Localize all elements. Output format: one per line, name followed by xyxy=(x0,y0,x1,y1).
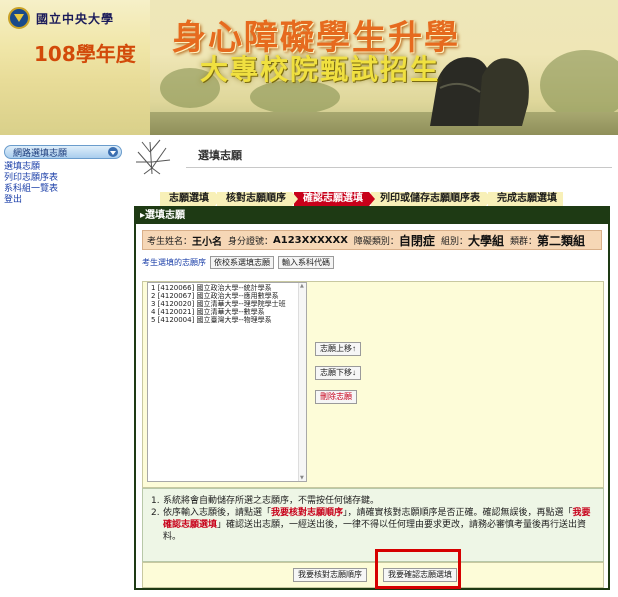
action-bar: 我要核對志願順序 我要確認志願選填 xyxy=(142,562,604,588)
university-name: 國立中央大學 xyxy=(36,11,115,26)
student-name: 王小名 xyxy=(192,236,223,248)
page-title: 選填志願 xyxy=(198,149,242,162)
step-verify: 核對志願順序 xyxy=(217,192,298,206)
choice-tabs: 考生選填的志願序 依校系選填志願 輸入系科代碼 xyxy=(142,255,608,269)
delete-choice-button[interactable]: 刪除志願 xyxy=(315,390,357,404)
sidebar-item-list[interactable]: 系科組一覽表 xyxy=(4,184,124,195)
step-choose: 志願選填 xyxy=(160,192,221,206)
academic-year: 108學年度 xyxy=(34,42,136,66)
tab-current-choices[interactable]: 考生選填的志願序 xyxy=(142,257,206,268)
choice-workspace: 1 [4120066] 國立政治大學--統計學系 2 [4120067] 國立政… xyxy=(142,281,604,488)
verify-order-button[interactable]: 我要核對志願順序 xyxy=(293,568,367,582)
instructions: 1. 系統將會自動儲存所選之志願序，不需按任何儲存鍵。 2. 依序輸入志願後，請… xyxy=(142,488,604,562)
page-heading: 選填志願 xyxy=(132,138,612,175)
banner-subtitle: 大專校院甄試招生 xyxy=(200,53,441,86)
list-item[interactable]: 3 [4120020] 國立清華大學--理學院學士班 xyxy=(151,300,303,308)
instruction-1: 1. 系統將會自動儲存所選之志願序，不需按任何儲存鍵。 xyxy=(151,496,380,506)
sidebar: 網路選填志願 選填志願 列印志願序表 系科組一覽表 登出 xyxy=(4,145,124,206)
choice-panel: ▸選填志願 考生姓名： 王小名 身分證號： A123XXXXXX 障礙類別： 自… xyxy=(134,206,610,590)
disability-label: 障礙類別： xyxy=(353,236,399,247)
name-label: 考生姓名： xyxy=(147,236,193,247)
instruction-2: 2. 依序輸入志願後，請點選「我要核對志願順序」，請確實核對志願順序是否正確。確… xyxy=(151,508,591,542)
highlight-verify: 我要核對志願順序 xyxy=(271,508,344,518)
move-down-button[interactable]: 志願下移↓ xyxy=(315,366,361,380)
sidebar-item-logout[interactable]: 登出 xyxy=(4,195,124,206)
category-label: 類群： xyxy=(509,236,537,247)
heading-divider xyxy=(186,167,612,168)
id-label: 身分證號： xyxy=(228,236,274,247)
tab-by-department[interactable]: 依校系選填志願 xyxy=(210,255,274,269)
choice-listbox[interactable]: 1 [4120066] 國立政治大學--統計學系 2 [4120067] 國立政… xyxy=(147,282,307,482)
list-item[interactable]: 4 [4120021] 國立清華大學--數學系 xyxy=(151,308,303,316)
student-id: A123XXXXXX xyxy=(273,234,348,246)
tab-enter-code[interactable]: 輸入系科代碼 xyxy=(278,255,334,269)
move-up-button[interactable]: 志願上移↑ xyxy=(315,342,361,356)
student-info: 考生姓名： 王小名 身分證號： A123XXXXXX 障礙類別： 自閉症 組別：… xyxy=(142,230,602,250)
step-complete: 完成志願選填 xyxy=(488,192,563,206)
university-logo: 國立中央大學 xyxy=(8,6,114,30)
group-label: 組別： xyxy=(440,236,468,247)
list-item[interactable]: 1 [4120066] 國立政治大學--統計學系 xyxy=(151,284,303,292)
sidebar-item-print[interactable]: 列印志願序表 xyxy=(4,173,124,184)
step-print: 列印或儲存志願順序表 xyxy=(371,192,492,206)
student-group: 大學組 xyxy=(467,233,504,248)
university-emblem-icon xyxy=(8,7,30,29)
progress-steps: 志願選填 核對志願順序 確認志願選填 列印或儲存志願順序表 完成志願選填 xyxy=(160,192,565,206)
sidebar-menu-header[interactable]: 網路選填志願 xyxy=(4,145,122,159)
header-banner: 國立中央大學 108學年度 身心障礙學生升學 大專校院甄試招生 xyxy=(0,0,618,135)
sidebar-item-choose[interactable]: 選填志願 xyxy=(4,162,124,173)
plant-icon xyxy=(136,139,171,175)
highlight-box xyxy=(375,549,461,589)
list-item[interactable]: 5 [4120004] 國立臺灣大學--物理學系 xyxy=(151,316,303,324)
step-confirm: 確認志願選填 xyxy=(294,192,375,206)
student-disability: 自閉症 xyxy=(398,233,435,248)
lawn xyxy=(150,112,618,135)
list-item[interactable]: 2 [4120067] 國立政治大學--應用數學系 xyxy=(151,292,303,300)
chevron-down-icon[interactable] xyxy=(108,147,118,157)
sidebar-header-label: 網路選填志願 xyxy=(13,148,68,159)
panel-header: ▸選填志願 xyxy=(136,208,608,224)
student-category: 第二類組 xyxy=(536,233,585,248)
list-scrollbar[interactable] xyxy=(298,283,306,481)
sidebar-links: 選填志願 列印志願序表 系科組一覽表 登出 xyxy=(4,162,124,206)
